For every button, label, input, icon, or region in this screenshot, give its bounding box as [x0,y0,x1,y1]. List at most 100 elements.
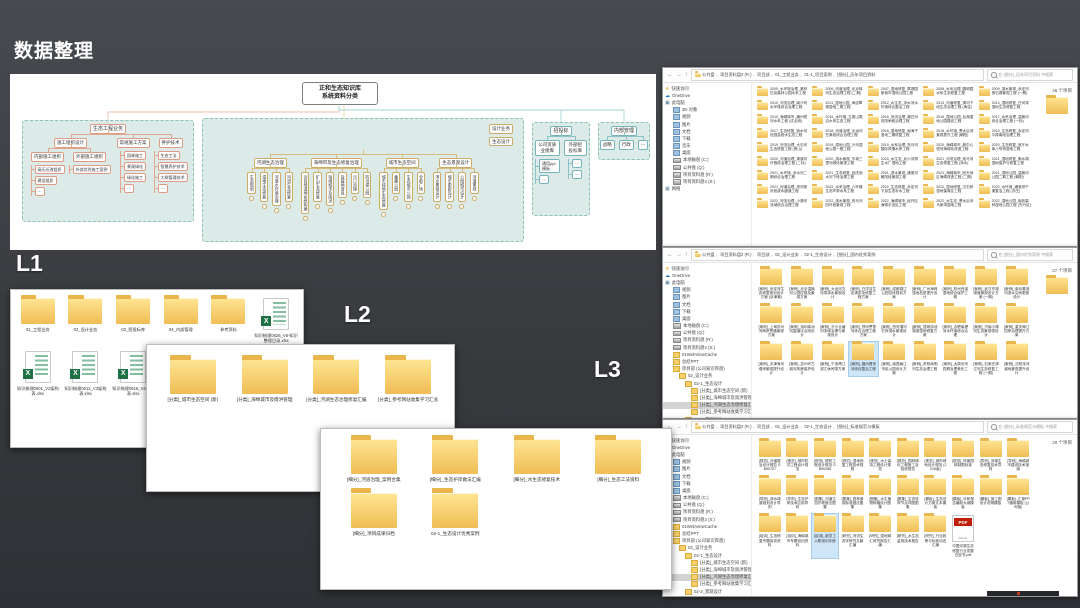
nav-item[interactable]: 图片 [663,121,751,128]
folder-icon[interactable] [1046,97,1068,114]
folder-item[interactable]: [案例]_北京温榆河公园控规及景观方案 [788,267,817,301]
file-item[interactable]: [导则]_河湖生态修复技术导则 [978,439,1004,473]
nav-item[interactable]: 项目资料盘2 (S:) [663,516,751,523]
file-item[interactable]: [研究]_河流生态学研究文献汇编 [840,514,866,558]
forward-button[interactable]: → [676,72,682,78]
folder-item[interactable]: [案例]_白洋淀生态清淤及修复工程方案 [849,267,878,301]
nav-item[interactable]: 总结PPT [663,530,751,537]
nav-item[interactable]: 公共盘 (Q:) [663,330,751,337]
folder-item[interactable]: [案例]_沈阳浑河滩地景观提升设计 [1002,342,1031,376]
folder-item[interactable]: 2015_海绵城市_通州镜河水系工程 (试点段) [757,115,809,124]
l1-item[interactable]: 01_工程业务 [14,298,62,344]
folder-item[interactable]: 2014_湿地修复_白河湾湿地生态修复工程 [979,101,1031,110]
nav-item[interactable]: 项目部 (公司知识库盘) [663,538,751,545]
folder-item[interactable]: [案例]_宁波甬江滨江休闲带方案 [818,342,847,376]
folder-item[interactable]: 2022_水系治理_六环路生态环带水系工程 [812,185,864,194]
folder-item[interactable]: 2021_水环境_凉水河二期综合治理工程 [757,171,809,180]
l1-item[interactable]: 03_招投标库 [109,298,157,344]
folder-item[interactable]: [案例]_合肥南淝河水环境综合治理 [941,305,970,339]
search-input[interactable]: 在 [细分]_标准规范与模板 中搜索 [987,421,1073,433]
file-item[interactable]: [规范]_城市防洪工程设计规范 [785,439,811,473]
file-item[interactable]: [研究]_湿地碳汇研究报告汇编 [867,514,893,558]
folder-item[interactable]: 2022_水环境_通惠排干渠整治工程 (亦庄) [979,185,1031,194]
folder-item[interactable]: [案例]_南京秦淮河滨水空间更新设计 [1002,267,1031,301]
file-item[interactable]: [规范]_城市绿地设计规范 (2016版) [923,439,949,473]
breadcrumb-segment[interactable]: 公共盘› [702,72,719,78]
folder-item[interactable]: 2020_海绵城市_副中心镜河海绵化改造工程 [923,143,975,152]
l1-item[interactable]: 04_内部管理 [157,298,205,344]
file-item[interactable]: [模板]_汇报PPT通用模板 (公司版) [1005,477,1031,511]
folder-item[interactable]: 2006_河道治理_北京转河生态治理工程 (二期) [812,87,864,96]
nav-item[interactable]: 本地磁盘 (C:) [663,157,751,164]
forward-button[interactable]: → [676,424,682,430]
folder-item[interactable]: [案例]_上海苏州河两岸贯通景观方案 [757,305,786,339]
file-item[interactable]: [模板]_生态设计方案文本模板 [923,477,949,511]
file-item[interactable]: [图集]_水生植物种植设计图集 [867,477,893,511]
folder-item[interactable]: 2005_水环境治理_奥林匹克森林公园水系工程 [757,87,809,96]
nav-item[interactable]: 项目资料盘 (R:) [663,509,751,516]
nav-item[interactable]: 文档 [663,301,751,308]
nav-item[interactable]: 02_设计业务 [663,373,751,380]
folder-item[interactable]: 2022_河流治理_小清河流域综合治理工程 [757,199,809,208]
search-input[interactable]: 在 [细分]_国内优秀案例 中搜索 [987,249,1073,261]
forward-button[interactable]: → [676,252,682,258]
file-item[interactable]: [图集]_河道生态护坡做法图集 [812,477,838,511]
nav-item[interactable]: [分类]_海绵城市及雨洪管理 [663,394,751,401]
folder-item[interactable]: [案例]_杭州西溪湿地综合保护工程 [941,267,970,301]
nav-item[interactable]: 02-1_生态设计 [663,552,751,559]
folder-item[interactable]: [案例]_南昌赣江市民公园设计方案 [880,342,909,376]
nav-item[interactable]: 快速访问 [663,85,751,92]
breadcrumb-segment[interactable]: 公共盘› [702,424,719,430]
folder-item[interactable]: 2022_海绵城市_经开区海绵示范区工程 [868,199,920,208]
folder-item[interactable]: 2017_水系治理_温榆河综合治理工程 (一标) [979,115,1031,124]
breadcrumb-segment[interactable]: 公共盘› [702,252,719,258]
nav-item[interactable]: 此电脑 [663,99,751,106]
nav-item[interactable]: OneDrive [663,272,751,279]
folder-item[interactable]: 2021_湿地公园_温榆河公园二期工程 (朝阳) [979,171,1031,180]
file-item[interactable]: [研究]_水生态监测技术报告 [895,514,921,558]
l3-item[interactable]: [细分]_河道治理_案例合集 [333,439,415,483]
folder-item[interactable]: 2022_生态修复_永定河下游生态补水工程 [868,185,920,194]
nav-item[interactable]: 02-3_科研课题库 [663,595,751,596]
folder-item[interactable]: 2022_湿地修复_汉石桥湿地保育区工程 [923,185,975,194]
folder-item[interactable]: [案例]_重庆两江四岸治理提升方案 [1002,305,1031,339]
file-item[interactable]: [导则]_生态护岸技术应用导则 [785,477,811,511]
nav-item[interactable]: 音乐 [663,143,751,150]
nav-item[interactable]: 02-2_景观设计 [663,588,751,595]
folder-item[interactable]: [案例]_长沙圭塘河流域治理与景观设计 [818,305,847,339]
l2-item[interactable]: [分类]_海绵城市及雨洪管理 [229,359,301,403]
file-item[interactable]: [导则]_海绵城市建设技术指南 [1005,439,1031,473]
l1-item[interactable]: 知识梳理0626_V6-知识整理目录.xlsx [252,298,300,344]
folder-item[interactable]: 2019_湿地公园_沙河湿地公园一期工程 [812,143,864,152]
folder-item[interactable]: [案例]_贵阳南明河生态治理工程 [910,342,939,376]
nav-item[interactable]: 视频 [663,459,751,466]
folder-item[interactable]: 2020_生态修复_官厅水库八号桥湿地工程 [979,143,1031,152]
file-item[interactable]: [培训]_海绵城市专题培训资料 [785,514,811,558]
l1-item[interactable]: 知识梳理0612_V3架构表.xlsx [62,351,110,397]
folder-item[interactable]: [案例]_成都锦江公园总体规划方案 [880,267,909,301]
nav-item[interactable]: 01WebViewCache [663,351,751,358]
folder-item[interactable]: 2012_水生态_凉水河水环境综合整治工程 [868,101,920,110]
folder-item[interactable]: 2019_生态修复_永定河平原南段治理工程 [979,129,1031,138]
l1-item[interactable]: 知识梳理0601_V2架构表.xlsx [14,351,62,397]
nav-item[interactable]: 02_设计业务 [663,545,751,552]
l3-item[interactable]: [细分]_生态工法资料 [578,439,660,483]
nav-item[interactable]: 网络 [663,186,751,193]
nav-item[interactable]: 桌面 [663,487,751,494]
breadcrumb-segment[interactable]: 项目资料盘2 (R:)› [720,72,756,78]
file-item[interactable]: 中国河湖生态修复行业发展白皮书.pdf [950,514,976,558]
nav-item[interactable]: 图片 [663,294,751,301]
l3-item[interactable]: [细分]_水生态修复技术 [496,439,578,483]
folder-item[interactable]: 2020_滨水景观_东城三里河绿化景观工程 [812,157,864,166]
folder-item[interactable]: [案例]_苏州环古城河风貌保护设计 [788,342,817,376]
file-item[interactable]: [规范]_风景园林制图标准 [950,439,976,473]
folder-item[interactable]: 2021_河流治理_拒马河生态修复工程 (涞水) [923,157,975,166]
file-item[interactable]: [导则]_滨水绿道规划设计导则 [757,477,783,511]
folder-item[interactable]: [案例]_西安灞河右岸滨水景观设计 [880,305,909,339]
folder-item[interactable]: [案例]_天津海河堤岸景观提升设计 [757,342,786,376]
folder-item[interactable]: 2022_湿地公园_南苑森林湿地公园工程 (先行区) [979,199,1031,208]
nav-item[interactable]: 快速访问 [663,265,751,272]
breadcrumb-segment[interactable]: 项目部› [757,252,774,258]
search-input[interactable]: 在 [细分]_历年项目资料 中搜索 [987,69,1073,81]
folder-item[interactable]: 2018_河道治理_北运河甘棠段综合治理工程 [812,129,864,138]
